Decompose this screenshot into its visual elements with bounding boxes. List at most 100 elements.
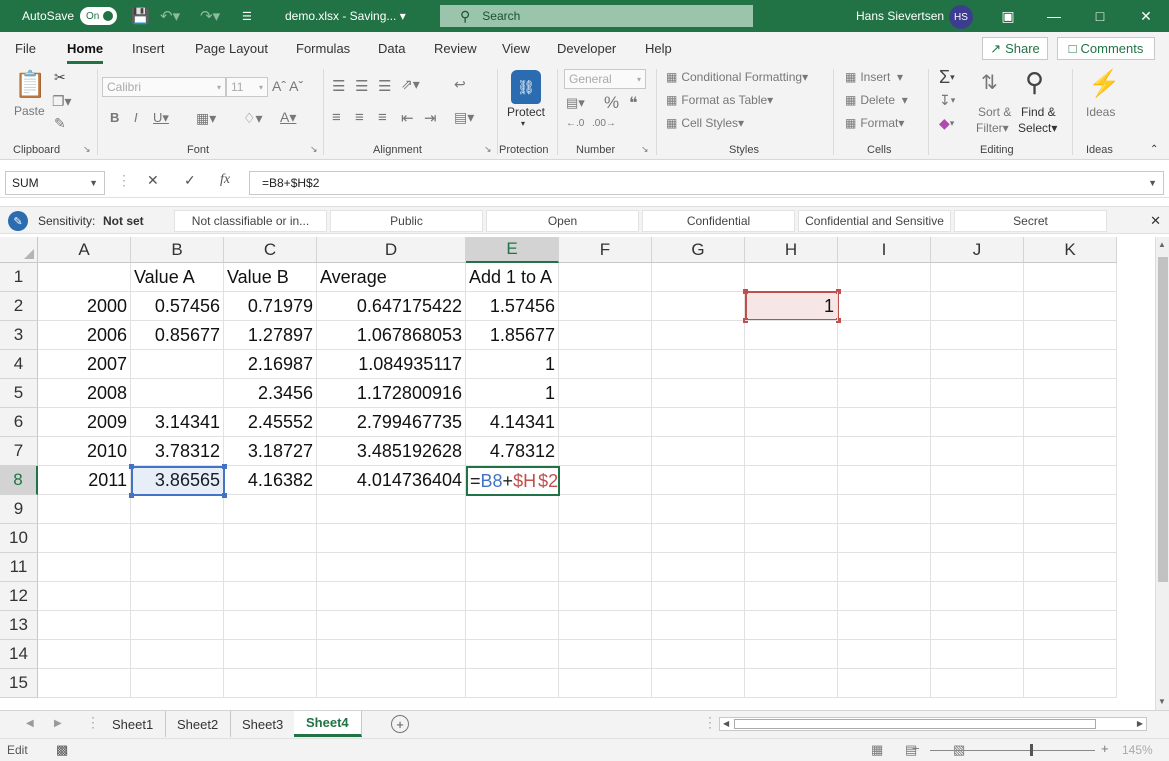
- cell-h2[interactable]: 1: [745, 292, 838, 321]
- increase-decimal-icon[interactable]: ←.0: [566, 118, 584, 129]
- cell-i13[interactable]: [838, 611, 931, 640]
- cell-d15[interactable]: [317, 669, 466, 698]
- clipboard-launcher-icon[interactable]: ↘: [83, 144, 91, 155]
- bottom-align-icon[interactable]: ☰: [378, 77, 391, 95]
- cell-a3[interactable]: 2006: [38, 321, 131, 350]
- prev-sheet-icon[interactable]: ◀: [26, 718, 34, 729]
- scroll-down-icon[interactable]: ▼: [1158, 697, 1166, 706]
- formula-input[interactable]: =B8+$H$2 ▼: [249, 171, 1164, 195]
- row-header-4[interactable]: 4: [0, 350, 38, 379]
- cell-a8[interactable]: 2011: [38, 466, 131, 495]
- redo-icon[interactable]: ↷▾: [200, 0, 220, 32]
- cell-g11[interactable]: [652, 553, 745, 582]
- row-header-3[interactable]: 3: [0, 321, 38, 350]
- paste-label[interactable]: Paste: [14, 104, 45, 118]
- next-sheet-icon[interactable]: ▶: [54, 718, 62, 729]
- cell-f5[interactable]: [559, 379, 652, 408]
- cell-d6[interactable]: 2.799467735: [317, 408, 466, 437]
- cell-styles-button[interactable]: ▦ Cell Styles ▾: [666, 116, 744, 130]
- column-header-g[interactable]: G: [652, 237, 745, 263]
- merge-center-icon[interactable]: ▤▾: [454, 109, 474, 126]
- cell-j10[interactable]: [931, 524, 1024, 553]
- sensitivity-option-secret[interactable]: Secret: [954, 210, 1107, 232]
- format-cells-button[interactable]: ▦ Format ▾: [845, 116, 904, 130]
- document-title[interactable]: demo.xlsx - Saving... ▾: [285, 0, 406, 32]
- cell-g8[interactable]: [652, 466, 745, 495]
- cell-a2[interactable]: 2000: [38, 292, 131, 321]
- cell-h13[interactable]: [745, 611, 838, 640]
- row-header-9[interactable]: 9: [0, 495, 38, 524]
- add-sheet-icon[interactable]: +: [391, 715, 409, 733]
- protect-label[interactable]: Protect: [507, 105, 545, 119]
- format-as-table-button[interactable]: ▦ Format as Table ▾: [666, 93, 773, 107]
- tab-developer[interactable]: Developer: [557, 41, 616, 56]
- column-header-k[interactable]: K: [1024, 237, 1117, 263]
- sensitivity-option-confidential-sensitive[interactable]: Confidential and Sensitive: [798, 210, 951, 232]
- cell-c9[interactable]: [224, 495, 317, 524]
- cell-h5[interactable]: [745, 379, 838, 408]
- cell-b5[interactable]: [131, 379, 224, 408]
- cell-e3[interactable]: 1.85677: [466, 321, 559, 350]
- cell-h7[interactable]: [745, 437, 838, 466]
- cell-j15[interactable]: [931, 669, 1024, 698]
- cell-f11[interactable]: [559, 553, 652, 582]
- cell-d8[interactable]: 4.014736404: [317, 466, 466, 495]
- cell-d12[interactable]: [317, 582, 466, 611]
- cell-d5[interactable]: 1.172800916: [317, 379, 466, 408]
- cell-i9[interactable]: [838, 495, 931, 524]
- cell-c11[interactable]: [224, 553, 317, 582]
- find-select-label-2[interactable]: Select ▾: [1018, 121, 1057, 135]
- cell-j13[interactable]: [931, 611, 1024, 640]
- autosum-icon[interactable]: Σ ▾: [939, 67, 955, 88]
- underline-icon[interactable]: U▾: [153, 110, 169, 126]
- borders-icon[interactable]: ▦▾: [196, 110, 216, 127]
- column-header-j[interactable]: J: [931, 237, 1024, 263]
- maximize-icon[interactable]: □: [1077, 0, 1123, 32]
- cell-b2[interactable]: 0.57456: [131, 292, 224, 321]
- cell-f6[interactable]: [559, 408, 652, 437]
- fill-icon[interactable]: ↧ ▾: [939, 92, 955, 109]
- cell-c4[interactable]: 2.16987: [224, 350, 317, 379]
- font-name-dropdown[interactable]: Calibri ▾: [102, 77, 226, 97]
- save-icon[interactable]: 💾: [131, 0, 150, 32]
- ideas-label[interactable]: Ideas: [1086, 105, 1115, 119]
- ideas-icon[interactable]: ⚡: [1088, 68, 1120, 99]
- align-left-icon[interactable]: ≡: [332, 109, 341, 126]
- cell-h15[interactable]: [745, 669, 838, 698]
- find-select-icon[interactable]: ⚲: [1025, 67, 1044, 98]
- cell-a7[interactable]: 2010: [38, 437, 131, 466]
- cell-k7[interactable]: [1024, 437, 1117, 466]
- horizontal-scrollbar[interactable]: ◀ ▶: [719, 717, 1147, 731]
- cell-b12[interactable]: [131, 582, 224, 611]
- cell-h3[interactable]: [745, 321, 838, 350]
- cell-g7[interactable]: [652, 437, 745, 466]
- cell-k14[interactable]: [1024, 640, 1117, 669]
- cell-i7[interactable]: [838, 437, 931, 466]
- cell-c12[interactable]: [224, 582, 317, 611]
- cell-i1[interactable]: [838, 263, 931, 292]
- row-header-13[interactable]: 13: [0, 611, 38, 640]
- cell-d9[interactable]: [317, 495, 466, 524]
- cell-h12[interactable]: [745, 582, 838, 611]
- cut-icon[interactable]: ✂: [54, 69, 66, 86]
- percent-icon[interactable]: %: [604, 93, 619, 113]
- cell-d11[interactable]: [317, 553, 466, 582]
- cell-h6[interactable]: [745, 408, 838, 437]
- middle-align-icon[interactable]: ☰: [355, 77, 368, 95]
- cell-j1[interactable]: [931, 263, 1024, 292]
- cell-c2[interactable]: 0.71979: [224, 292, 317, 321]
- tab-view[interactable]: View: [502, 41, 530, 56]
- cell-g13[interactable]: [652, 611, 745, 640]
- horizontal-scroll-thumb[interactable]: [734, 719, 1096, 729]
- cell-d2[interactable]: 0.647175422: [317, 292, 466, 321]
- close-sensitivity-icon[interactable]: ✕: [1150, 213, 1161, 229]
- cell-e1[interactable]: Add 1 to A: [466, 263, 559, 292]
- cell-c13[interactable]: [224, 611, 317, 640]
- cell-d13[interactable]: [317, 611, 466, 640]
- font-launcher-icon[interactable]: ↘: [310, 144, 318, 155]
- cell-a1[interactable]: [38, 263, 131, 292]
- cell-b7[interactable]: 3.78312: [131, 437, 224, 466]
- cell-h14[interactable]: [745, 640, 838, 669]
- close-icon[interactable]: ✕: [1123, 0, 1169, 32]
- font-color-icon[interactable]: A▾: [280, 109, 296, 126]
